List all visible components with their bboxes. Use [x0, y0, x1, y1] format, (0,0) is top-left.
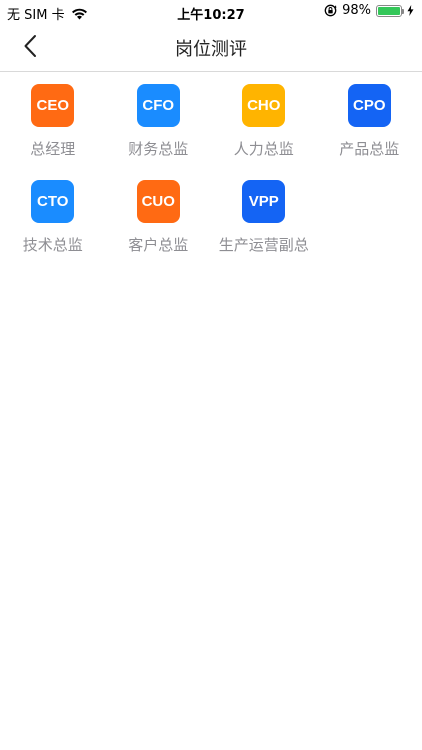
tile-label: 产品总监 — [339, 140, 400, 158]
cuo-badge-icon: CUO — [136, 180, 180, 223]
tile-label: 生产运营副总 — [218, 236, 309, 254]
tile-label: 人力总监 — [233, 140, 294, 158]
page-title: 岗位测评 — [175, 39, 247, 60]
role-grid: CEO 总经理 CFO 财务总监 CHO 人力总监 CPO 产品总监 CTO 技… — [0, 72, 422, 264]
tile-label: 财务总监 — [128, 140, 189, 158]
charging-bolt-icon — [407, 5, 414, 16]
status-right: 98% — [324, 3, 414, 18]
tile-cpo[interactable]: CPO 产品总监 — [317, 72, 422, 168]
cto-badge-icon: CTO — [31, 180, 75, 223]
ceo-badge-icon: CEO — [31, 84, 75, 127]
tile-label: 总经理 — [30, 140, 76, 158]
cfo-badge-icon: CFO — [136, 84, 180, 127]
cpo-badge-icon: CPO — [347, 84, 391, 127]
battery-fill — [378, 6, 400, 15]
tile-cuo[interactable]: CUO 客户总监 — [106, 168, 212, 264]
tile-cho[interactable]: CHO 人力总监 — [211, 72, 317, 168]
tile-label: 技术总监 — [22, 236, 83, 254]
tile-label: 客户总监 — [128, 236, 189, 254]
cho-badge-icon: CHO — [242, 84, 286, 127]
nav-bar: 岗位测评 — [0, 24, 422, 72]
rotation-lock-icon — [324, 4, 337, 17]
status-bar: 无 SIM 卡 上午10:27 98% — [0, 0, 422, 24]
battery-percent: 98% — [342, 3, 371, 18]
battery-icon — [376, 4, 404, 17]
tile-cto[interactable]: CTO 技术总监 — [0, 168, 106, 264]
tile-ceo[interactable]: CEO 总经理 — [0, 72, 106, 168]
vpp-badge-icon: VPP — [242, 180, 286, 223]
tile-cfo[interactable]: CFO 财务总监 — [106, 72, 212, 168]
tile-vpp[interactable]: VPP 生产运营副总 — [211, 168, 317, 264]
